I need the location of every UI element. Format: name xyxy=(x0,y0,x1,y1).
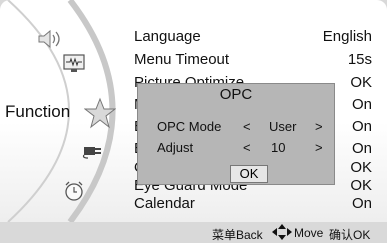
signal-monitor-icon[interactable] xyxy=(63,54,85,79)
menu-item-value: On xyxy=(351,140,372,157)
adjust-value: 10 xyxy=(271,140,286,155)
star-icon[interactable] xyxy=(83,97,117,134)
back-hint: 菜单Back xyxy=(212,228,263,242)
right-arrow-button[interactable]: > xyxy=(315,140,323,155)
right-arrow-button[interactable]: > xyxy=(315,119,323,134)
menu-item-calendar[interactable]: Calendar On xyxy=(134,195,372,213)
adjust-row[interactable]: Adjust < 10 > xyxy=(157,140,327,156)
menu-item-value: OK xyxy=(350,177,372,194)
opc-dialog: OPC OPC Mode < User > Adjust < 10 > OK xyxy=(137,83,335,185)
opc-mode-label: OPC Mode xyxy=(157,119,222,134)
menu-item-value: 15s xyxy=(347,51,372,68)
plug-icon[interactable] xyxy=(82,143,104,164)
dialog-title: OPC xyxy=(219,86,253,103)
menu-item-value: On xyxy=(351,195,372,212)
menu-item-value: On xyxy=(351,118,372,135)
menu-item-value: English xyxy=(322,28,372,45)
ok-hint: 确认OK xyxy=(329,228,371,242)
alarm-clock-icon[interactable] xyxy=(63,180,85,207)
menu-item-value: OK xyxy=(350,74,372,91)
menu-item-language[interactable]: Language English xyxy=(134,28,372,46)
left-arrow-button[interactable]: < xyxy=(243,140,251,155)
footer-hint-bar: 菜单Back Move 确认OK xyxy=(0,222,387,243)
function-label: Function xyxy=(5,102,71,121)
menu-item-value: On xyxy=(351,96,372,113)
menu-item-label: Menu Timeout xyxy=(134,51,230,68)
speaker-icon[interactable] xyxy=(36,28,64,55)
left-arrow-button[interactable]: < xyxy=(243,119,251,134)
menu-item-label: Language xyxy=(134,28,201,45)
dialog-ok-button[interactable]: OK xyxy=(230,165,268,183)
opc-mode-value: User xyxy=(269,119,297,134)
function-menu-panel: Function Language English Menu Timeout 1… xyxy=(0,0,387,222)
menu-item-value: OK xyxy=(350,159,372,176)
menu-item-label: Calendar xyxy=(134,195,195,212)
menu-item-menu-timeout[interactable]: Menu Timeout 15s xyxy=(134,51,372,69)
move-hint: Move xyxy=(294,226,324,240)
adjust-label: Adjust xyxy=(157,140,194,155)
opc-mode-row[interactable]: OPC Mode < User > xyxy=(157,119,327,135)
move-arrows-icon xyxy=(271,224,293,243)
